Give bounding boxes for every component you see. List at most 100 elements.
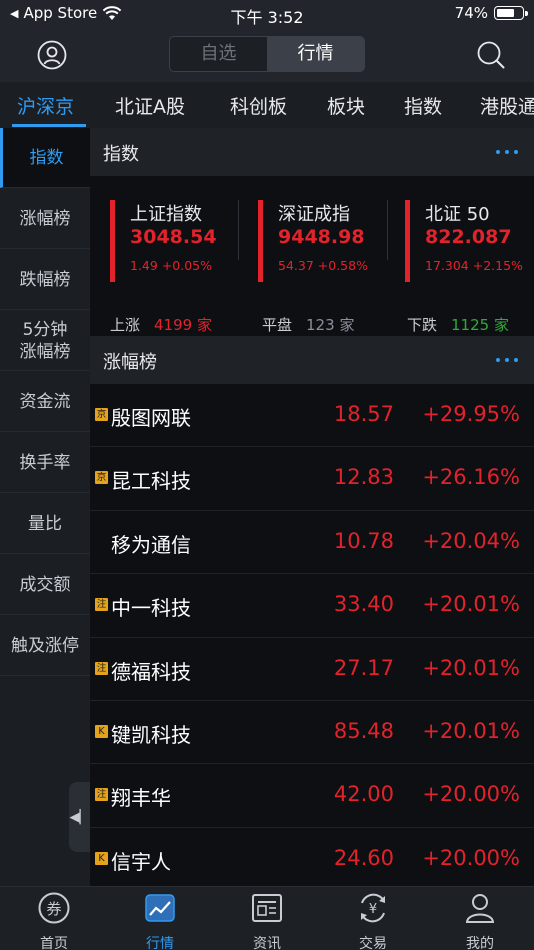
stock-change: +20.01% xyxy=(422,592,520,617)
index-up-bar xyxy=(258,200,263,282)
sidebar-item-5min-gainers[interactable]: 5分钟 涨幅榜 xyxy=(0,311,90,371)
stock-price: 12.83 xyxy=(333,465,394,490)
sidebar-collapse-handle[interactable]: ◀▏ xyxy=(69,782,90,852)
nav-label: 交易 xyxy=(359,936,387,950)
stock-change: +20.04% xyxy=(422,528,520,553)
segment-watchlist[interactable]: 自选 xyxy=(170,37,267,71)
gainers-list: 京 殷图网联 18.57 +29.95% 京 昆工科技 12.83 +26.16… xyxy=(90,384,534,892)
battery-icon xyxy=(494,6,528,20)
status-right: 74% xyxy=(454,4,528,22)
index-value: 822.087 xyxy=(425,226,512,248)
stock-row[interactable]: K 信宇人 24.60 +20.00% xyxy=(90,828,534,892)
index-value: 3048.54 xyxy=(130,226,217,248)
gainers-section-title: 涨幅榜 xyxy=(103,352,157,373)
stock-name: 昆工科技 xyxy=(111,469,191,494)
sidebar-item-volume-ratio[interactable]: 量比 xyxy=(0,494,90,554)
index-card-bz50[interactable]: 北证 50 822.087 17.304 +2.15% xyxy=(405,200,534,282)
nav-news[interactable]: 资讯 xyxy=(227,891,307,950)
battery-percent: 74% xyxy=(454,4,488,22)
sidebar-item-losers[interactable]: 跌幅榜 xyxy=(0,250,90,310)
stock-change: +20.00% xyxy=(422,845,520,870)
coupon-icon: 券 xyxy=(38,892,70,924)
nav-me[interactable]: 我的 xyxy=(440,891,520,950)
gainers-section-header: 涨幅榜 xyxy=(90,336,534,384)
index-card-shenzhen[interactable]: 深证成指 9448.98 54.37 +0.58% xyxy=(258,200,406,282)
sidebar-item-index[interactable]: 指数 xyxy=(0,128,90,188)
tab-hk-connect[interactable]: 港股通 xyxy=(480,92,534,119)
breadth-up: 上涨 4199 家 xyxy=(110,316,212,334)
status-bar: ◀ App Store 下午 3:52 74% xyxy=(0,0,534,28)
sidebar-item-fund-flow[interactable]: 资金流 xyxy=(0,372,90,432)
battery-fill xyxy=(496,8,515,17)
tab-beizheng[interactable]: 北证A股 xyxy=(115,92,185,119)
index-up-bar xyxy=(110,200,115,282)
stock-row[interactable]: 注 德福科技 27.17 +20.01% xyxy=(90,638,534,701)
index-name: 深证成指 xyxy=(278,204,350,225)
index-change: 54.37 +0.58% xyxy=(278,258,368,273)
nav-home[interactable]: 券 首页 xyxy=(14,891,94,950)
more-icon[interactable] xyxy=(496,150,518,154)
stock-change: +29.95% xyxy=(422,402,520,426)
stock-name: 德福科技 xyxy=(111,659,191,684)
stock-change: +26.16% xyxy=(422,465,520,490)
bottom-nav: 券 首页 行情 资讯 ¥ 交易 我的 xyxy=(0,886,534,950)
more-icon[interactable] xyxy=(496,358,518,362)
nav-label: 我的 xyxy=(466,936,494,950)
stock-row[interactable]: 注 翔丰华 42.00 +20.00% xyxy=(90,764,534,828)
collapse-left-icon: ◀▏ xyxy=(69,809,90,825)
search-button[interactable] xyxy=(476,40,506,70)
chart-icon xyxy=(145,894,175,922)
stock-price: 27.17 xyxy=(333,655,394,680)
stock-price: 33.40 xyxy=(333,592,394,617)
market-badge: 注 xyxy=(95,598,108,612)
sidebar-item-limit-up[interactable]: 触及涨停 xyxy=(0,616,90,676)
stock-price: 24.60 xyxy=(333,845,394,870)
battery-tip xyxy=(525,10,528,16)
tab-hushenjing[interactable]: 沪深京 xyxy=(17,92,74,119)
yen-exchange-icon: ¥ xyxy=(361,893,385,923)
index-change: 17.304 +2.15% xyxy=(425,258,523,273)
market-badge: 注 xyxy=(95,661,108,675)
index-section-header: 指数 xyxy=(90,128,534,176)
market-badge: K xyxy=(95,851,108,865)
index-card-shanghai[interactable]: 上证指数 3048.54 1.49 +0.05% xyxy=(110,200,258,282)
breadth-flat: 平盘 123 家 xyxy=(262,316,355,334)
stock-change: +20.00% xyxy=(422,782,520,807)
stock-price: 42.00 xyxy=(333,782,394,807)
index-change: 1.49 +0.05% xyxy=(130,258,213,273)
sidebar-item-turnover[interactable]: 成交额 xyxy=(0,555,90,615)
stock-row[interactable]: 注 中一科技 33.40 +20.01% xyxy=(90,574,534,638)
sidebar-item-turnover-rate[interactable]: 换手率 xyxy=(0,433,90,493)
market-tabs: 沪深京 北证A股 科创板 板块 指数 港股通 xyxy=(0,82,534,128)
tab-sector[interactable]: 板块 xyxy=(327,92,365,119)
tab-index[interactable]: 指数 xyxy=(404,92,442,119)
stock-row[interactable]: 京 昆工科技 12.83 +26.16% xyxy=(90,447,534,511)
index-name: 北证 50 xyxy=(425,204,490,225)
nav-market[interactable]: 行情 xyxy=(120,891,200,950)
nav-trade[interactable]: ¥ 交易 xyxy=(333,891,413,950)
svg-text:¥: ¥ xyxy=(369,902,377,917)
stock-name: 移为通信 xyxy=(111,532,191,557)
sidebar-item-gainers[interactable]: 涨幅榜 xyxy=(0,189,90,249)
stock-row[interactable]: 移为通信 10.78 +20.04% xyxy=(90,511,534,575)
index-divider xyxy=(387,200,388,260)
index-value: 9448.98 xyxy=(278,226,365,248)
user-circle-icon xyxy=(37,40,67,70)
tab-kechuang[interactable]: 科创板 xyxy=(230,92,287,119)
view-segmented-control: 自选 行情 xyxy=(169,36,365,72)
breadth-down: 下跌 1125 家 xyxy=(407,316,509,334)
stock-change: +20.01% xyxy=(422,718,520,743)
stock-change: +20.01% xyxy=(422,655,520,680)
profile-button[interactable] xyxy=(37,40,67,70)
stock-name: 翔丰华 xyxy=(111,786,171,811)
user-icon xyxy=(465,894,495,923)
stock-row[interactable]: 京 殷图网联 18.57 +29.95% xyxy=(90,384,534,448)
stock-name: 键凯科技 xyxy=(111,722,191,747)
stock-name: 中一科技 xyxy=(111,596,191,621)
nav-label: 行情 xyxy=(146,936,174,950)
main-panel: 指数 上证指数 3048.54 1.49 +0.05% 深证成指 9448.98… xyxy=(90,128,534,892)
segment-market[interactable]: 行情 xyxy=(267,37,364,71)
nav-label: 首页 xyxy=(40,936,68,950)
index-divider xyxy=(238,200,239,260)
stock-row[interactable]: K 键凯科技 85.48 +20.01% xyxy=(90,701,534,765)
